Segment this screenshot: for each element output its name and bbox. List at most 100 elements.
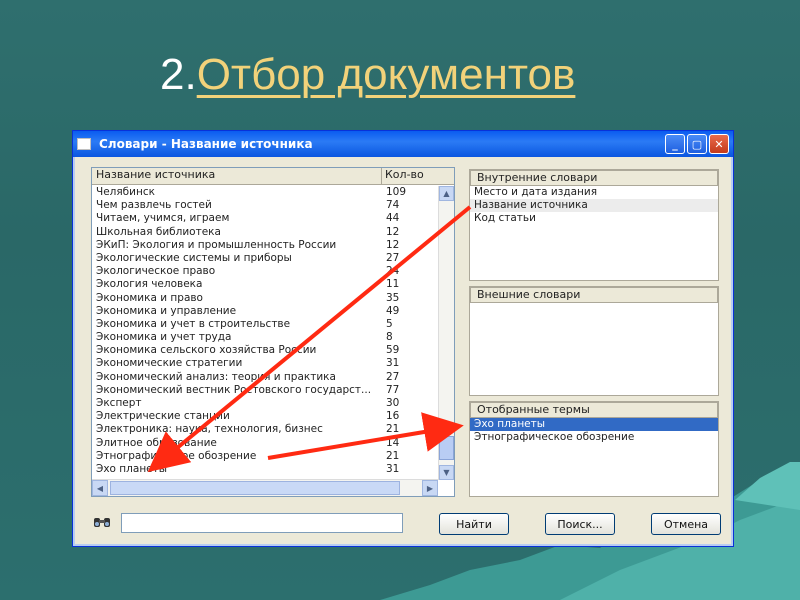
row-name: ЭКиП: Экология и промышленность России [96,238,337,251]
row-name: Школьная библиотека [96,225,221,238]
row-name: Элитное образование [96,436,217,449]
bottom-bar: Найти Поиск... Отмена [91,511,721,537]
table-row[interactable]: Элитное образование 14 [92,437,438,450]
row-name: Экономика и учет труда [96,331,232,344]
column-header-name[interactable]: Название источника [92,168,382,184]
internal-dictionaries: Внутренние словари Место и дата издания … [469,169,719,281]
minimize-icon[interactable]: _ [665,134,685,154]
table-row[interactable]: Челябинск 109 [92,186,438,199]
search-input[interactable] [121,513,403,533]
row-count: 74 [386,199,400,212]
row-count: 24 [386,265,400,278]
row-count: 14 [386,436,400,449]
row-name: Эхо планеты [96,462,168,475]
internal-item[interactable]: Место и дата издания [470,186,718,199]
table-row[interactable]: Экологические системы и приборы 27 [92,252,438,265]
internal-item[interactable]: Код статьи [470,212,718,225]
column-header-count[interactable]: Кол-во [382,168,454,184]
row-name: Экология человека [96,278,203,291]
table-row[interactable]: Чем развлечь гостей 74 [92,199,438,212]
row-name: Экономика и право [96,291,203,304]
dictionary-window: Словари - Название источника _ ▢ ✕ Назва… [72,130,734,547]
slide-number: 2. [160,50,197,99]
row-count: 59 [386,344,400,357]
row-count: 5 [386,317,393,330]
table-row[interactable]: Экономика и право 35 [92,292,438,305]
row-name: Экономический вестник Ростовского госуда… [96,383,372,396]
scroll-down-icon[interactable]: ▼ [439,465,454,480]
row-count: 30 [386,397,400,409]
find-button[interactable]: Найти [439,513,509,535]
close-icon[interactable]: ✕ [709,134,729,154]
table-row[interactable]: Экономический вестник Ростовского госуда… [92,384,438,397]
row-name: Экологические системы и приборы [96,251,292,264]
row-name: Экономика и учет в строительстве [96,317,291,330]
maximize-icon[interactable]: ▢ [687,134,707,154]
window-titlebar[interactable]: Словари - Название источника _ ▢ ✕ [73,131,733,157]
table-row[interactable]: ЭКиП: Экология и промышленность России 12 [92,239,438,252]
scroll-thumb[interactable] [439,436,454,460]
table-row[interactable]: Экономика сельского хозяйства России 59 [92,344,438,357]
hscroll-thumb[interactable] [110,481,400,495]
selected-term-item[interactable]: Этнографическое обозрение [470,431,718,444]
row-count: 77 [386,383,400,396]
table-row[interactable]: Этнографическое обозрение 21 [92,450,438,463]
row-name: Чем развлечь гостей [96,199,212,212]
row-count: 11 [386,278,400,291]
row-name: Челябинск [96,186,155,198]
source-list[interactable]: Название источника Кол-во Челябинск 109 Че… [91,167,455,497]
row-count: 12 [386,225,400,238]
row-name: Экономический анализ: теория и практика [96,370,336,383]
row-count: 21 [386,423,400,436]
table-row[interactable]: Школьная библиотека 12 [92,226,438,239]
horizontal-scrollbar[interactable]: ◀ ▶ [92,479,438,496]
row-name: Экономические стратегии [96,357,243,370]
table-row[interactable]: Электрические станции 16 [92,410,438,423]
row-count: 49 [386,304,400,317]
list-header: Название источника Кол-во [92,168,454,185]
table-row[interactable]: Экологическое право 24 [92,265,438,278]
scroll-left-icon[interactable]: ◀ [92,480,108,496]
app-icon [77,138,91,150]
row-name: Экономика и управление [96,304,237,317]
window-title: Словари - Название источника [99,137,313,151]
internal-item[interactable]: Название источника [470,199,718,212]
selected-terms: Отобранные термы Эхо планеты Этнографиче… [469,401,719,497]
selected-term-item[interactable]: Эхо планеты [470,418,718,431]
table-row[interactable]: Электроника: наука, технология, бизнес 21 [92,423,438,436]
list-rows: Челябинск 109 Чем развлечь гостей 74 Читаем,… [92,186,438,476]
vertical-scrollbar[interactable]: ▲ ▼ [438,186,454,480]
external-dictionaries: Внешние словари [469,286,719,396]
table-row[interactable]: Экономические стратегии 31 [92,357,438,370]
slide-title: 2.Отбор документов [160,50,575,100]
row-count: 27 [386,370,400,383]
row-name: Этнографическое обозрение [96,449,257,462]
row-count: 8 [386,331,393,344]
internal-dictionaries-header: Внутренние словари [470,170,718,186]
scroll-up-icon[interactable]: ▲ [439,186,454,201]
table-row[interactable]: Экономика и управление 49 [92,305,438,318]
row-name: Электрические станции [96,410,230,423]
row-count: 31 [386,462,400,475]
slide-title-link[interactable]: Отбор документов [197,50,576,99]
cancel-button[interactable]: Отмена [651,513,721,535]
selected-terms-header: Отобранные термы [470,402,718,418]
row-count: 31 [386,357,400,370]
table-row[interactable]: Эхо планеты 31 [92,463,438,476]
table-row[interactable]: Читаем, учимся, играем 44 [92,212,438,225]
row-name: Читаем, учимся, играем [96,212,230,225]
table-row[interactable]: Экономический анализ: теория и практика 2… [92,371,438,384]
row-name: Экологическое право [96,265,216,278]
binoculars-icon[interactable] [93,515,111,529]
table-row[interactable]: Экономика и учет в строительстве 5 [92,318,438,331]
scroll-right-icon[interactable]: ▶ [422,480,438,496]
table-row[interactable]: Эксперт 30 [92,397,438,410]
row-count: 12 [386,238,400,251]
row-name: Электроника: наука, технология, бизнес [96,423,323,436]
table-row[interactable]: Экология человека 11 [92,278,438,291]
row-count: 44 [386,212,400,225]
external-dictionaries-header: Внешние словари [470,287,718,303]
search-button[interactable]: Поиск... [545,513,615,535]
row-count: 27 [386,251,400,264]
table-row[interactable]: Экономика и учет труда 8 [92,331,438,344]
